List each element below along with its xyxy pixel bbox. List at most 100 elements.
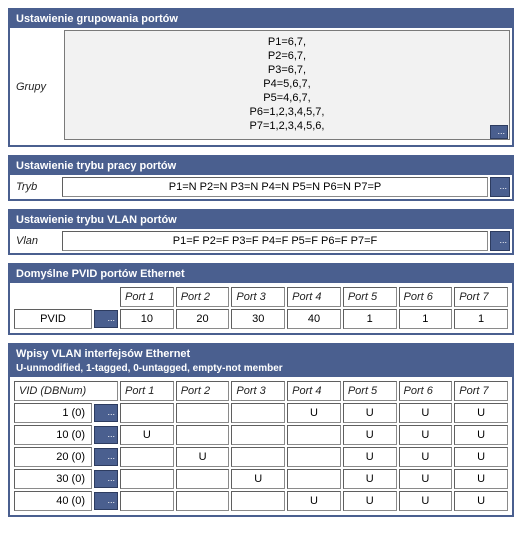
panel-header-vlan-mode: Ustawienie trybu VLAN portów [10, 211, 512, 229]
vlan-col-header: Port 2 [176, 381, 230, 401]
vlan-cell: U [120, 425, 174, 445]
pvid-col-header: Port 2 [176, 287, 230, 307]
vlan-row-edit-button[interactable]: ... [94, 470, 118, 488]
vlan-cell: U [399, 447, 453, 467]
groups-label: Grupy [12, 81, 60, 93]
panel-port-grouping: Ustawienie grupowania portów Grupy ... [8, 8, 514, 147]
vlan-row-edit-button[interactable]: ... [94, 448, 118, 466]
vlan-cell [287, 469, 341, 489]
vlan-cell [231, 403, 285, 423]
vlan-cell [287, 425, 341, 445]
vlan-mode-value: P1=F P2=F P3=F P4=F P5=F P6=F P7=F [62, 231, 488, 251]
vlan-cell [176, 403, 230, 423]
groups-edit-button[interactable]: ... [490, 125, 508, 139]
panel-vlan-mode: Ustawienie trybu VLAN portów Vlan P1=F P… [8, 209, 514, 255]
vlan-cell [176, 469, 230, 489]
pvid-cell: 10 [120, 309, 174, 329]
vlan-cell: U [399, 491, 453, 511]
vlan-cell: U [454, 491, 508, 511]
vlan-row: 1 (0)...UUUU [14, 403, 508, 423]
pvid-cell: 30 [231, 309, 285, 329]
pvid-edit-button[interactable]: ... [94, 310, 118, 328]
vlan-row-edit-button[interactable]: ... [94, 492, 118, 510]
vlan-col-header: Port 7 [454, 381, 508, 401]
vlan-cell [231, 491, 285, 511]
pvid-cell: 40 [287, 309, 341, 329]
vlan-vid-cell: 10 (0) [14, 425, 92, 445]
vlan-row: 40 (0)...UUUU [14, 491, 508, 511]
vlan-cell: U [343, 447, 397, 467]
pvid-cell: 1 [399, 309, 453, 329]
vlan-cell [231, 425, 285, 445]
mode-edit-button[interactable]: ... [490, 177, 510, 197]
vlan-row-edit-button[interactable]: ... [94, 426, 118, 444]
pvid-cell: 1 [454, 309, 508, 329]
vlan-cell: U [176, 447, 230, 467]
groups-textarea[interactable] [64, 30, 510, 140]
vlan-btn-cell: ... [94, 447, 118, 467]
vlan-cell [120, 469, 174, 489]
pvid-col-header: Port 1 [120, 287, 174, 307]
vlan-col-header: Port 5 [343, 381, 397, 401]
vlan-cell: U [287, 403, 341, 423]
vlan-mode-edit-button[interactable]: ... [490, 231, 510, 251]
vlan-cell [231, 447, 285, 467]
pvid-col-header: Port 3 [231, 287, 285, 307]
panel-header-pvid: Domyślne PVID portów Ethernet [10, 265, 512, 283]
vlan-cell: U [231, 469, 285, 489]
pvid-col-header: Port 5 [343, 287, 397, 307]
vlan-vid-cell: 40 (0) [14, 491, 92, 511]
mode-value: P1=N P2=N P3=N P4=N P5=N P6=N P7=P [62, 177, 488, 197]
pvid-row-label: PVID [14, 309, 92, 329]
vlan-cell: U [343, 491, 397, 511]
vlan-cell: U [399, 403, 453, 423]
pvid-col-header: Port 7 [454, 287, 508, 307]
vlan-cell: U [454, 447, 508, 467]
vlan-cell [120, 403, 174, 423]
vlan-btn-cell: ... [94, 403, 118, 423]
vlan-cell: U [399, 425, 453, 445]
pvid-table: Port 1 Port 2 Port 3 Port 4 Port 5 Port … [12, 285, 510, 331]
vlan-cell: U [287, 491, 341, 511]
vlan-row: 30 (0)...UUUU [14, 469, 508, 489]
vlan-col-header: Port 1 [120, 381, 174, 401]
panel-header-mode: Ustawienie trybu pracy portów [10, 157, 512, 175]
vlan-cell: U [454, 403, 508, 423]
panel-header-vlan-entries: Wpisy VLAN interfejsów Ethernet [10, 345, 512, 363]
mode-label: Tryb [12, 177, 60, 197]
vlan-cell: U [454, 425, 508, 445]
vid-header: VID (DBNum) [14, 381, 118, 401]
vlan-cell [287, 447, 341, 467]
vlan-col-header: Port 6 [399, 381, 453, 401]
vlan-cell [120, 491, 174, 511]
vlan-row: 10 (0)...UUUU [14, 425, 508, 445]
vlan-btn-cell: ... [94, 469, 118, 489]
panel-subheader-vlan-entries: U-unmodified, 1-tagged, 0-untagged, empt… [10, 363, 512, 377]
pvid-value-row: PVID ... 10 20 30 40 1 1 1 [14, 309, 508, 329]
vlan-cell: U [454, 469, 508, 489]
pvid-col-header: Port 6 [399, 287, 453, 307]
panel-port-mode: Ustawienie trybu pracy portów Tryb P1=N … [8, 155, 514, 201]
vlan-header-row: VID (DBNum) Port 1 Port 2 Port 3 Port 4 … [14, 381, 508, 401]
vlan-vid-cell: 1 (0) [14, 403, 92, 423]
vlan-cell [176, 425, 230, 445]
vlan-btn-cell: ... [94, 425, 118, 445]
vlan-cell: U [343, 425, 397, 445]
panel-vlan-entries: Wpisy VLAN interfejsów Ethernet U-unmodi… [8, 343, 514, 517]
vlan-cell [176, 491, 230, 511]
vlan-col-header: Port 4 [287, 381, 341, 401]
vlan-mode-label: Vlan [12, 231, 60, 251]
panel-pvid: Domyślne PVID portów Ethernet Port 1 Por… [8, 263, 514, 335]
pvid-cell: 1 [343, 309, 397, 329]
panel-header-grouping: Ustawienie grupowania portów [10, 10, 512, 28]
pvid-cell: 20 [176, 309, 230, 329]
vlan-cell: U [399, 469, 453, 489]
vlan-cell: U [343, 403, 397, 423]
vlan-vid-cell: 30 (0) [14, 469, 92, 489]
vlan-cell: U [343, 469, 397, 489]
vlan-vid-cell: 20 (0) [14, 447, 92, 467]
vlan-entries-table: VID (DBNum) Port 1 Port 2 Port 3 Port 4 … [12, 379, 510, 513]
vlan-col-header: Port 3 [231, 381, 285, 401]
vlan-row-edit-button[interactable]: ... [94, 404, 118, 422]
pvid-header-row: Port 1 Port 2 Port 3 Port 4 Port 5 Port … [14, 287, 508, 307]
